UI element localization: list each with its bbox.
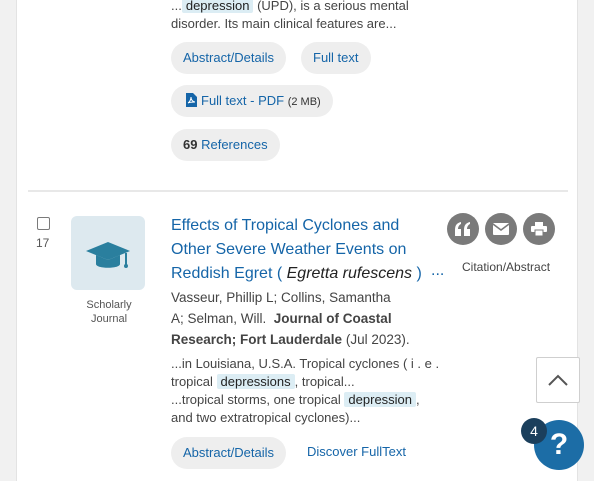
full-text-button[interactable]: Full text [301, 42, 371, 74]
snippet-text: (UPD), is a serious mental [253, 0, 409, 13]
snippet-text: ...in Louisiana, U.S.A. Tropical cyclone… [171, 356, 440, 371]
snippet-text: disorder. Its main clinical features are… [171, 16, 397, 31]
doc-type-line: Journal [90, 313, 128, 325]
title-text: Other Severe Weather Events on [171, 241, 407, 258]
chevron-up-icon [548, 374, 568, 386]
title-text: Effects of Tropical Cyclones and [171, 217, 400, 234]
search-highlight: depressions [216, 374, 295, 389]
doc-type-line: Scholarly [86, 299, 132, 311]
result-snippet: ...in Louisiana, U.S.A. Tropical cyclone… [171, 355, 446, 427]
snippet-text: , tropical... [294, 374, 355, 389]
discover-fulltext-link[interactable]: Discover FullText [307, 443, 406, 461]
snippet-text: , [416, 392, 420, 407]
graduation-cap-icon [86, 242, 130, 268]
email-button[interactable] [485, 213, 517, 245]
file-size: (2 MB) [287, 96, 321, 108]
full-text-label: Full text [313, 50, 359, 65]
pdf-icon [186, 93, 197, 107]
document-type-label: Scholarly Journal [71, 298, 147, 326]
citation-abstract-label[interactable]: Citation/Abstract [462, 260, 550, 274]
references-count: 69 [183, 137, 198, 152]
prev-snippet: ... depression (UPD), is a serious mental… [171, 0, 441, 33]
abstract-details-button[interactable]: Abstract/Details [171, 437, 287, 469]
abstract-details-label: Abstract/Details [183, 50, 275, 65]
authors: Vasseur, Phillip L; Collins, Samantha [171, 290, 391, 305]
snippet-text: and two extratropical cyclones)... [171, 410, 361, 425]
scroll-to-top-button[interactable] [536, 357, 580, 403]
question-icon: ? [549, 428, 569, 461]
result-divider [28, 190, 568, 192]
full-text-pdf-label: Full text - PDF [201, 93, 285, 108]
print-button[interactable] [523, 213, 555, 245]
publication-date: (Jul 2023). [345, 332, 410, 347]
title-text: Reddish Egret ( [171, 265, 283, 282]
quote-icon [455, 222, 470, 236]
print-icon [531, 222, 547, 236]
scholarly-journal-thumbnail[interactable] [71, 216, 145, 290]
search-highlight: depression [344, 392, 417, 407]
result-number: 17 [36, 236, 50, 250]
journal-name[interactable]: Journal of Coastal [274, 311, 392, 326]
authors: A; Selman, Will. [171, 311, 267, 326]
notification-badge: 4 [521, 418, 547, 444]
species-name: Egretta rufescens [286, 265, 413, 282]
title-ellipsis: ... [431, 262, 445, 279]
snippet-text: ... [171, 0, 182, 13]
search-highlight: depression [181, 0, 254, 13]
abstract-details-label: Abstract/Details [183, 445, 275, 460]
references-label: References [201, 137, 268, 152]
snippet-text: tropical [171, 374, 213, 389]
references-button[interactable]: 69 References [171, 129, 280, 161]
result-title-link[interactable]: Effects of Tropical Cyclones and Other S… [171, 214, 446, 286]
email-icon [493, 223, 509, 235]
select-result-checkbox[interactable] [37, 217, 50, 230]
snippet-text: ...tropical storms, one tropical [171, 392, 341, 407]
cite-button[interactable] [447, 213, 479, 245]
full-text-pdf-button[interactable]: Full text - PDF (2 MB) [171, 85, 333, 117]
journal-name[interactable]: Research; Fort Lauderdale [171, 332, 342, 347]
abstract-details-button[interactable]: Abstract/Details [171, 42, 287, 74]
title-text: ) [416, 265, 422, 282]
authors-and-source: Vasseur, Phillip L; Collins, Samantha A;… [171, 287, 433, 350]
